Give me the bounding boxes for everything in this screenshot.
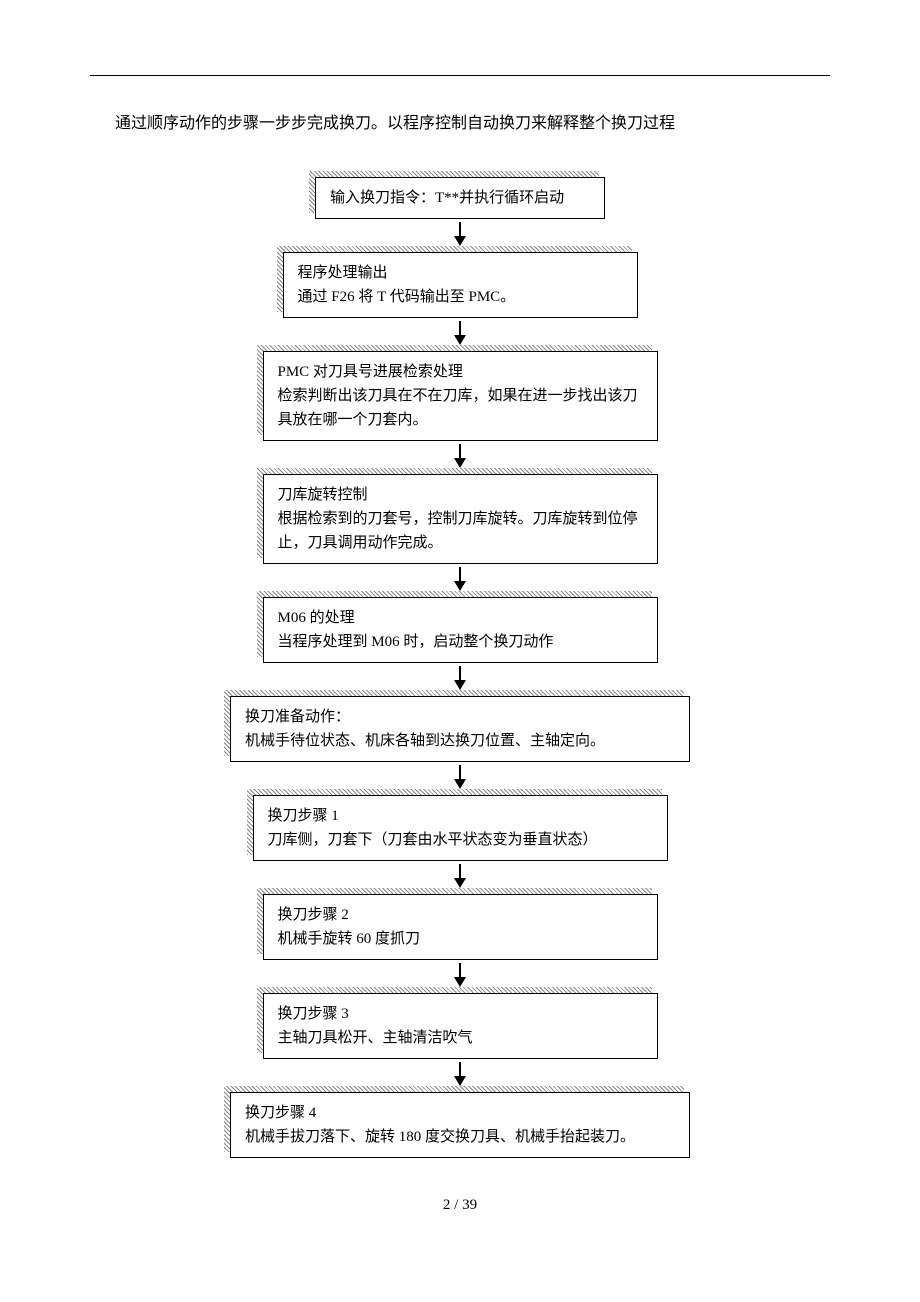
- step-wrapper: 换刀步骤 1 刀库侧，刀套下（刀套由水平状态变为垂直状态）: [253, 795, 668, 894]
- step-box-1: 输入换刀指令：T**并执行循环启动: [315, 177, 605, 219]
- arrow-down-icon: [459, 321, 461, 343]
- step-title: 换刀步骤 1: [268, 804, 653, 828]
- step-shadow: 刀库旋转控制 根据检索到的刀套号，控制刀库旋转。刀库旋转到位停止，刀具调用动作完…: [263, 474, 658, 564]
- header-divider: [90, 75, 830, 76]
- arrow-down-icon: [459, 444, 461, 466]
- step-wrapper: 程序处理输出 通过 F26 将 T 代码输出至 PMC。: [283, 252, 638, 351]
- step-shadow: 换刀准备动作： 机械手待位状态、机床各轴到达换刀位置、主轴定向。: [230, 696, 690, 762]
- step-shadow: 换刀步骤 2 机械手旋转 60 度抓刀: [263, 894, 658, 960]
- step-title: 换刀步骤 3: [278, 1002, 643, 1026]
- arrow-down-icon: [459, 1062, 461, 1084]
- step-shadow: M06 的处理 当程序处理到 M06 时，启动整个换刀动作: [263, 597, 658, 663]
- step-box-9: 换刀步骤 3 主轴刀具松开、主轴清洁吹气: [263, 993, 658, 1059]
- step-wrapper: PMC 对刀具号进展检索处理 检索判断出该刀具在不在刀库，如果在进一步找出该刀具…: [263, 351, 658, 474]
- step-box-2: 程序处理输出 通过 F26 将 T 代码输出至 PMC。: [283, 252, 638, 318]
- step-wrapper: 换刀步骤 2 机械手旋转 60 度抓刀: [263, 894, 658, 993]
- step-title: 刀库旋转控制: [278, 483, 643, 507]
- step-shadow: 输入换刀指令：T**并执行循环启动: [315, 177, 605, 219]
- step-title: 换刀准备动作：: [245, 705, 675, 729]
- step-box-5: M06 的处理 当程序处理到 M06 时，启动整个换刀动作: [263, 597, 658, 663]
- step-body: 通过 F26 将 T 代码输出至 PMC。: [298, 285, 623, 309]
- step-text: 输入换刀指令：T**并执行循环启动: [330, 190, 564, 206]
- step-title: 程序处理输出: [298, 261, 623, 285]
- intro-paragraph: 通过顺序动作的步骤一步步完成换刀。以程序控制自动换刀来解释整个换刀过程: [90, 111, 830, 137]
- step-box-10: 换刀步骤 4 机械手拔刀落下、旋转 180 度交换刀具、机械手抬起装刀。: [230, 1092, 690, 1158]
- step-body: 检索判断出该刀具在不在刀库，如果在进一步找出该刀具放在哪一个刀套内。: [278, 384, 643, 432]
- step-shadow: 换刀步骤 1 刀库侧，刀套下（刀套由水平状态变为垂直状态）: [253, 795, 668, 861]
- step-title: 换刀步骤 2: [278, 903, 643, 927]
- arrow-down-icon: [459, 765, 461, 787]
- step-title: PMC 对刀具号进展检索处理: [278, 360, 643, 384]
- step-body: 刀库侧，刀套下（刀套由水平状态变为垂直状态）: [268, 828, 653, 852]
- step-body: 机械手拔刀落下、旋转 180 度交换刀具、机械手抬起装刀。: [245, 1125, 675, 1149]
- step-box-4: 刀库旋转控制 根据检索到的刀套号，控制刀库旋转。刀库旋转到位停止，刀具调用动作完…: [263, 474, 658, 564]
- arrow-down-icon: [459, 963, 461, 985]
- step-wrapper: M06 的处理 当程序处理到 M06 时，启动整个换刀动作: [263, 597, 658, 696]
- step-wrapper: 换刀步骤 3 主轴刀具松开、主轴清洁吹气: [263, 993, 658, 1092]
- step-shadow: 换刀步骤 4 机械手拔刀落下、旋转 180 度交换刀具、机械手抬起装刀。: [230, 1092, 690, 1158]
- arrow-down-icon: [459, 222, 461, 244]
- step-body: 当程序处理到 M06 时，启动整个换刀动作: [278, 630, 643, 654]
- step-box-8: 换刀步骤 2 机械手旋转 60 度抓刀: [263, 894, 658, 960]
- step-shadow: PMC 对刀具号进展检索处理 检索判断出该刀具在不在刀库，如果在进一步找出该刀具…: [263, 351, 658, 441]
- arrow-down-icon: [459, 567, 461, 589]
- arrow-down-icon: [459, 666, 461, 688]
- step-title: M06 的处理: [278, 606, 643, 630]
- step-shadow: 换刀步骤 3 主轴刀具松开、主轴清洁吹气: [263, 993, 658, 1059]
- step-wrapper: 输入换刀指令：T**并执行循环启动: [315, 177, 605, 252]
- step-body: 机械手待位状态、机床各轴到达换刀位置、主轴定向。: [245, 729, 675, 753]
- flowchart-container: 输入换刀指令：T**并执行循环启动 程序处理输出 通过 F26 将 T 代码输出…: [90, 177, 830, 1158]
- step-box-3: PMC 对刀具号进展检索处理 检索判断出该刀具在不在刀库，如果在进一步找出该刀具…: [263, 351, 658, 441]
- step-shadow: 程序处理输出 通过 F26 将 T 代码输出至 PMC。: [283, 252, 638, 318]
- step-wrapper: 刀库旋转控制 根据检索到的刀套号，控制刀库旋转。刀库旋转到位停止，刀具调用动作完…: [263, 474, 658, 597]
- page-footer: 2 / 39: [90, 1193, 830, 1217]
- step-title: 换刀步骤 4: [245, 1101, 675, 1125]
- step-body: 根据检索到的刀套号，控制刀库旋转。刀库旋转到位停止，刀具调用动作完成。: [278, 507, 643, 555]
- step-wrapper: 换刀准备动作： 机械手待位状态、机床各轴到达换刀位置、主轴定向。: [230, 696, 690, 795]
- step-box-6: 换刀准备动作： 机械手待位状态、机床各轴到达换刀位置、主轴定向。: [230, 696, 690, 762]
- step-body: 主轴刀具松开、主轴清洁吹气: [278, 1026, 643, 1050]
- step-box-7: 换刀步骤 1 刀库侧，刀套下（刀套由水平状态变为垂直状态）: [253, 795, 668, 861]
- step-body: 机械手旋转 60 度抓刀: [278, 927, 643, 951]
- step-wrapper: 换刀步骤 4 机械手拔刀落下、旋转 180 度交换刀具、机械手抬起装刀。: [230, 1092, 690, 1158]
- arrow-down-icon: [459, 864, 461, 886]
